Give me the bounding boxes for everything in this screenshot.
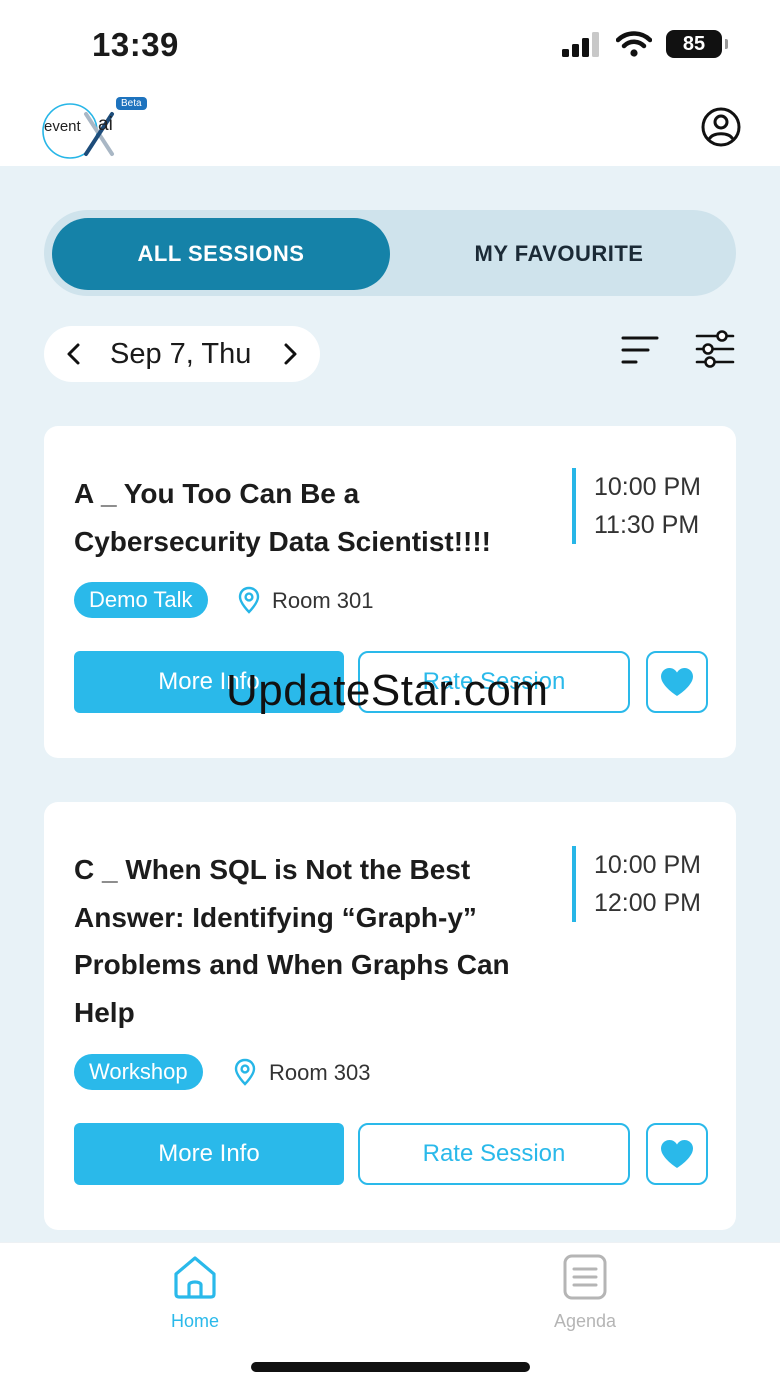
logo-ai-text: ai	[98, 114, 113, 135]
nav-item-home[interactable]: Home	[120, 1253, 270, 1332]
session-room: Room 301	[272, 588, 374, 613]
session-card[interactable]: C _ When SQL is Not the Best Answer: Ide…	[44, 802, 736, 1230]
tab-my-favourite[interactable]: MY FAVOURITE	[390, 218, 728, 290]
sort-icon[interactable]	[620, 330, 660, 370]
session-room: Room 303	[269, 1060, 371, 1085]
watermark-text: UpdateStar.com	[226, 666, 549, 715]
session-start-time: 10:00 PM	[594, 851, 702, 879]
home-indicator	[251, 1362, 530, 1372]
tab-all-sessions[interactable]: ALL SESSIONS	[52, 218, 390, 290]
date-selector: Sep 7, Thu	[44, 326, 320, 382]
location-pin-icon	[238, 586, 260, 614]
chevron-right-icon[interactable]	[276, 340, 304, 368]
cellular-signal-icon	[562, 32, 599, 57]
date-label: Sep 7, Thu	[110, 338, 252, 370]
status-icons: 85	[562, 30, 728, 58]
nav-label-agenda: Agenda	[553, 1311, 617, 1331]
nav-label-home: Home	[170, 1311, 219, 1331]
beta-badge: Beta	[116, 97, 147, 110]
home-icon	[174, 1256, 216, 1299]
favourite-button[interactable]	[646, 651, 708, 713]
agenda-icon	[563, 1254, 607, 1300]
heart-icon	[661, 668, 693, 696]
session-end-time: 11:30 PM	[594, 511, 700, 539]
session-end-time: 12:00 PM	[594, 889, 702, 917]
session-type-badge: Workshop	[74, 1054, 203, 1090]
chevron-left-icon[interactable]	[60, 340, 88, 368]
location-pin-icon	[234, 1058, 256, 1086]
session-type-badge: Demo Talk	[74, 582, 208, 618]
session-time-block: 10:00 PM 11:30 PM	[572, 468, 701, 544]
filter-sliders-icon[interactable]	[694, 328, 736, 370]
heart-icon	[661, 1140, 693, 1168]
status-bar: 13:39 85	[0, 0, 780, 90]
profile-icon[interactable]	[700, 106, 742, 148]
favourite-button[interactable]	[646, 1123, 708, 1185]
session-start-time: 10:00 PM	[594, 473, 702, 501]
wifi-icon	[616, 31, 652, 57]
more-info-button[interactable]: More Info	[74, 1123, 344, 1185]
app-header: event ai Beta	[0, 90, 780, 166]
session-tab-switch: ALL SESSIONS MY FAVOURITE	[44, 210, 736, 296]
session-time-block: 10:00 PM 12:00 PM	[572, 846, 701, 922]
session-title: A _ You Too Can Be a Cybersecurity Data …	[74, 478, 492, 557]
logo-text: event	[44, 118, 81, 135]
rate-session-button[interactable]: Rate Session	[358, 1123, 630, 1185]
nav-item-agenda[interactable]: Agenda	[510, 1253, 660, 1332]
status-time: 13:39	[92, 26, 179, 63]
session-title: C _ When SQL is Not the Best Answer: Ide…	[74, 854, 510, 1028]
battery-level: 85	[682, 32, 706, 55]
battery-indicator: 85	[666, 30, 728, 58]
